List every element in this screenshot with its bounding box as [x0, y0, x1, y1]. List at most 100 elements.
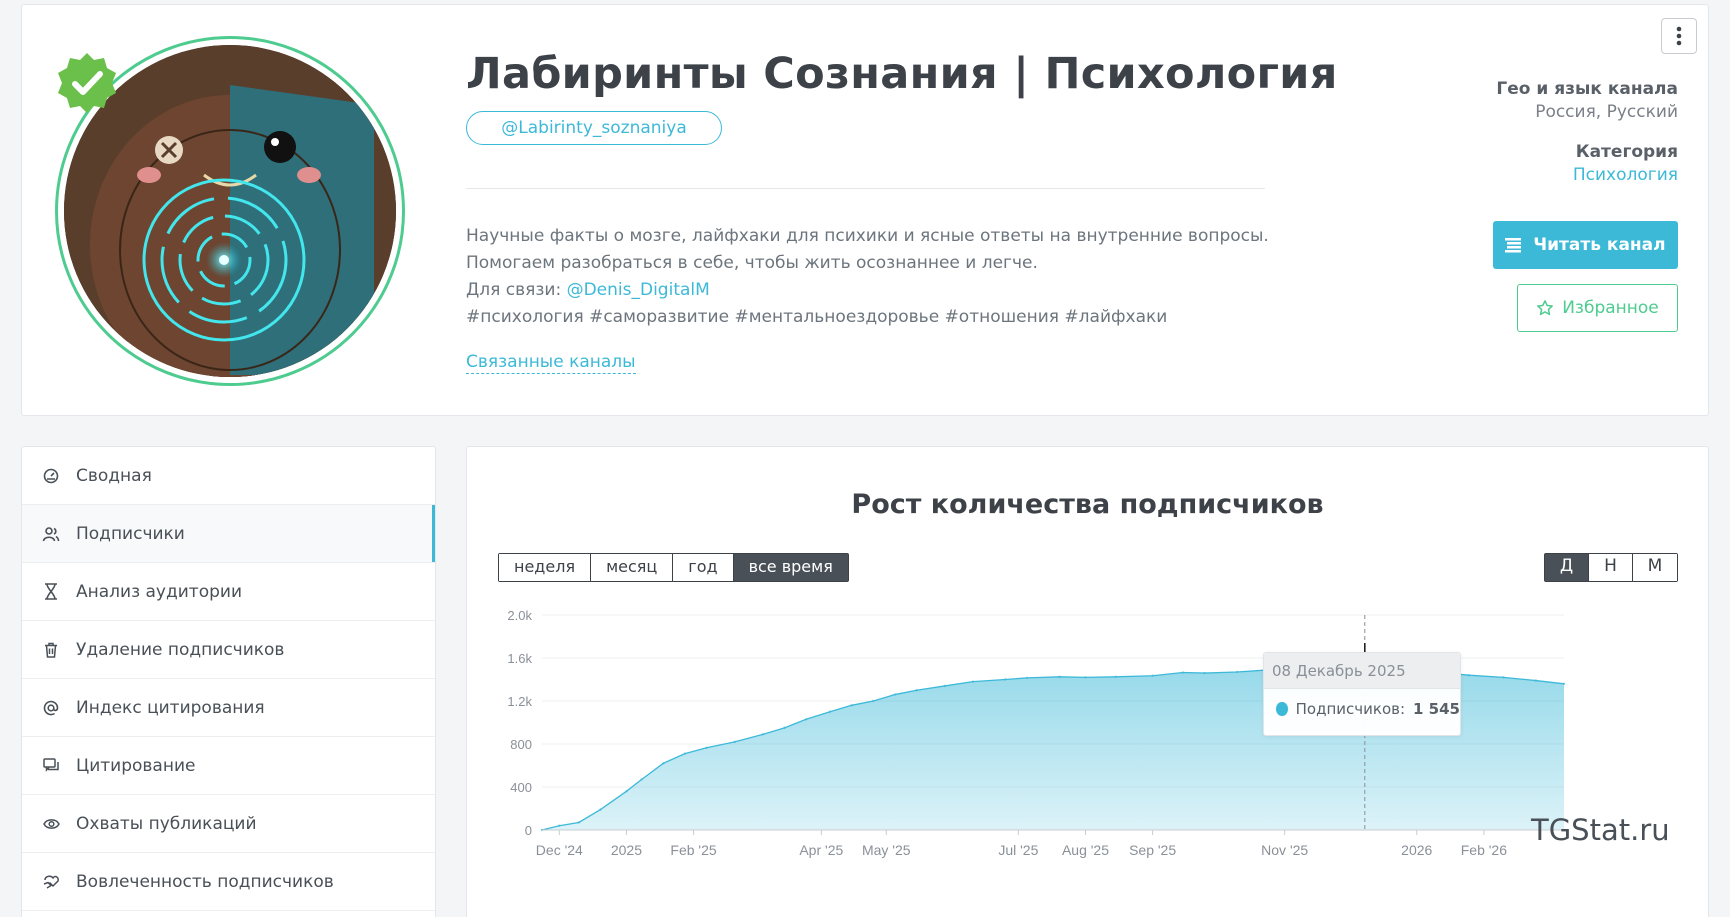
sidebar-item-label: Анализ аудитории — [76, 581, 242, 602]
data-point — [828, 710, 832, 713]
y-tick-label: 400 — [510, 780, 532, 795]
data-point — [1084, 676, 1087, 679]
data-point — [733, 740, 736, 744]
x-tick-label: 2025 — [611, 842, 642, 858]
data-point — [558, 824, 561, 827]
description-hashtags: #психология #саморазвитие #ментальноездо… — [466, 307, 1168, 327]
x-tick-label: Dec '24 — [536, 842, 583, 858]
data-point — [1151, 674, 1154, 677]
sidebar-item-subscribers[interactable]: Подписчики — [22, 505, 435, 563]
y-tick-label: 1.2k — [507, 694, 532, 709]
data-point — [1004, 678, 1007, 681]
data-point — [971, 680, 975, 683]
y-tick-label: 2.0k — [507, 608, 532, 623]
description-line-2: Помогаем разобраться в себе, чтобы жить … — [466, 253, 1038, 273]
description-line-1: Научные факты о мозге, лайфхаки для псих… — [466, 226, 1269, 246]
data-point — [915, 689, 918, 692]
favorite-button[interactable]: Избранное — [1517, 284, 1678, 332]
geo-value: Россия, Русский — [1535, 102, 1678, 122]
sidebar-item-summary[interactable]: Сводная — [22, 447, 435, 505]
more-vertical-icon — [1676, 26, 1682, 46]
eye-icon — [42, 815, 60, 833]
favorite-label: Избранное — [1562, 298, 1659, 318]
sidebar-item-label: Сводная — [76, 465, 152, 486]
tooltip-label: Подписчиков: — [1295, 700, 1406, 718]
related-channels-link[interactable]: Связанные каналы — [466, 352, 636, 374]
engagement-icon — [42, 873, 60, 891]
y-tick-label: 0 — [525, 823, 532, 838]
tooltip-body: Подписчиков: 1 545 — [1264, 689, 1460, 718]
tooltip-value: 1 545 — [1413, 700, 1460, 718]
data-point — [625, 790, 628, 793]
sidebar-item-citation-index[interactable]: Индекс цитирования — [22, 679, 435, 737]
data-point — [577, 821, 581, 824]
subscribers-area-chart[interactable]: 0 400 800 1.2k 1.6k 2.0k Dec '24 2025 Feb '25 Apr… — [467, 447, 1708, 917]
contact-link[interactable]: @Denis_DigitalM — [567, 280, 710, 300]
series-dot — [1276, 702, 1288, 716]
sidebar-item-label: Охваты публикаций — [76, 813, 257, 834]
read-channel-label: Читать канал — [1533, 235, 1666, 255]
data-point — [804, 718, 808, 721]
data-point — [783, 726, 786, 730]
users-icon — [42, 525, 60, 543]
category: Категория Психология — [1573, 142, 1678, 185]
geo-label: Гео и язык канала — [1496, 79, 1678, 99]
data-point — [1502, 676, 1505, 679]
subscribers-chart-card: Рост количества подписчиков неделя месяц… — [466, 446, 1709, 917]
description-contact: Для связи: @Denis_DigitalM — [466, 277, 1269, 304]
category-link[interactable]: Психология — [1573, 165, 1678, 185]
sidebar-item-label: Вовлеченность подписчиков — [76, 871, 334, 892]
sidebar-item-audience-analysis[interactable]: Анализ аудитории — [22, 563, 435, 621]
sidebar-item-post-reach[interactable]: Охваты публикаций — [22, 795, 435, 853]
x-tick-label: Nov '25 — [1261, 842, 1308, 858]
sidebar-item-label: Подписчики — [76, 523, 185, 544]
watermark: TGStat.ru — [1531, 813, 1670, 847]
sidebar-item-citations[interactable]: Цитирование — [22, 737, 435, 795]
sidebar-item-unsubscribes[interactable]: Удаление подписчиков — [22, 621, 435, 679]
channel-title: Лабиринты Сознания | Психология — [466, 49, 1338, 99]
y-tick-label: 1.6k — [507, 651, 532, 666]
data-point — [705, 746, 708, 749]
more-menu-button[interactable] — [1661, 18, 1697, 54]
data-point — [893, 693, 897, 696]
star-icon — [1537, 300, 1554, 316]
sidebar-item-label: Индекс цитирования — [76, 697, 265, 718]
read-channel-button[interactable]: Читать канал — [1493, 221, 1678, 269]
at-icon — [42, 699, 60, 717]
data-point — [850, 704, 853, 707]
data-point — [1058, 675, 1061, 679]
x-tick-label: Feb '26 — [1461, 842, 1507, 858]
data-point — [761, 733, 765, 736]
data-point — [662, 762, 665, 765]
data-point — [1534, 679, 1538, 682]
sidebar-item-engagement[interactable]: Вовлеченность подписчиков — [22, 853, 435, 911]
data-point — [1467, 674, 1470, 677]
verified-badge-icon — [58, 53, 116, 113]
data-point — [1203, 671, 1206, 675]
data-point — [943, 684, 946, 688]
x-tick-label: Feb '25 — [670, 842, 716, 858]
chart-tooltip: 08 Декабрь 2025 Подписчиков: 1 545 — [1263, 652, 1461, 736]
data-point — [599, 808, 602, 811]
channel-username-link[interactable]: @Labirinty_soznaniya — [466, 111, 722, 145]
sidebar-item-label: Удаление подписчиков — [76, 639, 285, 660]
channel-description: Научные факты о мозге, лайфхаки для псих… — [466, 223, 1269, 331]
data-point — [1181, 671, 1185, 674]
dashboard-icon — [42, 467, 60, 485]
data-point — [872, 699, 875, 703]
data-point — [1114, 675, 1117, 679]
x-tick-label: Sep '25 — [1129, 842, 1176, 858]
sidebar-item-label: Цитирование — [76, 755, 196, 776]
x-tick-label: Aug '25 — [1062, 842, 1109, 858]
stats-sidebar: Сводная Подписчики Анализ аудитории Удал… — [21, 446, 436, 917]
data-point — [1562, 682, 1566, 685]
trash-icon — [42, 641, 60, 659]
data-point — [683, 752, 687, 755]
divider — [466, 188, 1265, 189]
hourglass-icon — [42, 583, 60, 601]
x-tick-label: Apr '25 — [799, 842, 843, 858]
geo-language: Гео и язык канала Россия, Русский — [1496, 79, 1678, 122]
category-label: Категория — [1575, 142, 1678, 162]
x-tick-label: May '25 — [862, 842, 911, 858]
contact-label: Для связи: — [466, 280, 562, 300]
